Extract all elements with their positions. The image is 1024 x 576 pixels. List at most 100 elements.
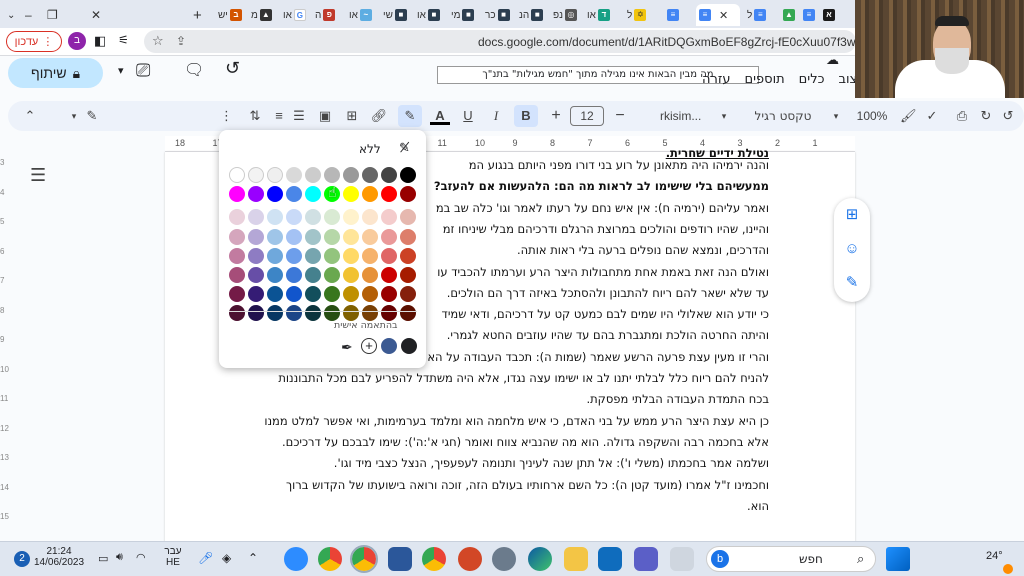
line-spacing-icon[interactable]: ⇅	[246, 107, 264, 125]
tab[interactable]: מ ▲	[248, 4, 275, 26]
tune-icon[interactable]: ⚟	[118, 33, 129, 47]
menu-item-help[interactable]: עזרה	[702, 72, 730, 87]
bold-button[interactable]: B	[514, 105, 538, 127]
color-swatch[interactable]	[286, 167, 302, 183]
tab[interactable]: שי ■	[380, 4, 410, 26]
start-button-icon[interactable]	[886, 547, 910, 571]
color-swatch[interactable]	[286, 186, 302, 203]
emoji-reaction-icon[interactable]: ☺	[841, 238, 863, 260]
color-swatch[interactable]	[267, 247, 283, 264]
color-swatch[interactable]	[362, 247, 378, 264]
color-swatch[interactable]	[305, 167, 321, 183]
color-swatch[interactable]	[381, 228, 397, 245]
color-swatch[interactable]	[248, 209, 264, 226]
color-swatch[interactable]	[305, 228, 321, 245]
share-page-icon[interactable]: ⇪	[176, 34, 186, 48]
italic-button[interactable]: I	[488, 107, 504, 125]
font-size-input[interactable]: 12	[570, 106, 604, 126]
insert-image-icon[interactable]: ▣	[316, 107, 334, 125]
color-swatch[interactable]	[400, 209, 416, 226]
color-swatch[interactable]	[400, 186, 416, 203]
tab[interactable]: או ■	[414, 4, 443, 26]
color-swatch[interactable]	[267, 209, 283, 226]
print-icon[interactable]: ⎙	[954, 107, 970, 125]
document-line[interactable]: להניח להם ריוח כלל לבלתי יתנו לב או ישימ…	[278, 371, 769, 385]
star-icon[interactable]: ☆	[152, 33, 164, 49]
word-app-icon[interactable]	[388, 547, 412, 571]
powerpoint-app-icon[interactable]	[458, 547, 482, 571]
color-swatch[interactable]	[229, 247, 245, 264]
mail-app-icon[interactable]	[598, 547, 622, 571]
document-line[interactable]: ושלמה אמר בחכמתו (משלי ו'): אל תתן שנה ל…	[334, 456, 769, 470]
underline-button[interactable]: U	[460, 107, 476, 125]
microphone-icon[interactable]: 🎤︎	[198, 551, 213, 565]
color-swatch[interactable]	[248, 167, 264, 183]
color-swatch[interactable]	[286, 209, 302, 226]
color-swatch[interactable]	[381, 167, 397, 183]
document-line[interactable]: כן היא עצת היצר הרע ממש על בני האדם, כי …	[264, 414, 769, 428]
custom-color-swatch[interactable]	[401, 338, 417, 354]
color-swatch[interactable]	[381, 247, 397, 264]
volume-icon[interactable]: 🔊︎	[116, 551, 123, 564]
edit-mode-icon[interactable]: ✎	[84, 107, 100, 125]
comment-icon[interactable]: 🗨︎	[184, 60, 204, 80]
color-swatch[interactable]	[286, 247, 302, 264]
color-swatch[interactable]	[324, 286, 340, 303]
notification-badge[interactable]: 2	[14, 551, 30, 567]
redo-icon[interactable]: ↻	[978, 107, 994, 125]
color-swatch[interactable]	[400, 305, 416, 322]
color-swatch[interactable]	[362, 286, 378, 303]
tab[interactable]: ל ✡	[624, 4, 649, 26]
document-line[interactable]: והדרכים, ונמצא שהם נופלים ברעה בלי ראות …	[517, 243, 769, 257]
decrease-font-size-button[interactable]: −	[612, 107, 628, 125]
color-swatch[interactable]	[362, 305, 378, 322]
color-swatch[interactable]	[248, 228, 264, 245]
meet-icon[interactable]: ⎚	[136, 60, 150, 81]
language-indicator[interactable]: עבר HE	[160, 546, 186, 568]
none-option[interactable]: ללא	[359, 142, 381, 156]
color-swatch[interactable]	[381, 267, 397, 283]
document-line[interactable]: עד שלא ישאר להם ריוח להתבונן ולהסתכל באי…	[447, 286, 769, 300]
color-swatch[interactable]	[400, 167, 416, 183]
tab[interactable]: כר ■	[482, 4, 513, 26]
teams-app-icon[interactable]	[634, 547, 658, 571]
chrome-app-icon-active[interactable]	[350, 545, 378, 573]
color-swatch[interactable]	[305, 286, 321, 303]
file-explorer-icon[interactable]	[564, 547, 588, 571]
task-view-icon[interactable]	[670, 547, 694, 571]
color-swatch[interactable]	[248, 286, 264, 303]
tab[interactable]: ≡	[800, 4, 818, 26]
color-swatch[interactable]	[381, 186, 397, 203]
sidebar-icon[interactable]: ◧	[94, 33, 106, 49]
color-swatch[interactable]	[267, 228, 283, 245]
tab[interactable]: הפ	[312, 4, 338, 26]
color-swatch[interactable]	[362, 267, 378, 283]
tab[interactable]: או ~	[346, 4, 375, 26]
color-swatch[interactable]	[362, 209, 378, 226]
window-menu-icon[interactable]: ⌄	[4, 4, 18, 26]
zoom-select[interactable]: 100%	[850, 107, 894, 125]
color-swatch[interactable]	[343, 209, 359, 226]
color-swatch[interactable]	[400, 286, 416, 303]
color-swatch[interactable]	[362, 186, 378, 203]
document-line[interactable]: ואמר עליהם (ירמיה ח): אין איש נחם על רעת…	[436, 201, 769, 215]
close-window-button[interactable]: ✕	[88, 4, 104, 26]
color-swatch[interactable]	[305, 209, 321, 226]
color-swatch[interactable]	[305, 267, 321, 283]
color-swatch[interactable]	[229, 167, 245, 183]
touch-icon[interactable]: ◈	[222, 551, 231, 565]
update-button[interactable]: עדכון ⋮	[6, 31, 62, 52]
color-swatch[interactable]	[248, 267, 264, 283]
color-swatch[interactable]	[400, 247, 416, 264]
font-family-select[interactable]: rkisim...	[636, 107, 716, 125]
chevron-down-icon[interactable]: ▾	[118, 64, 124, 77]
omnibox[interactable]: ☆ ⇪ docs.google.com/document/d/1ARitDQGx…	[144, 30, 884, 53]
tab[interactable]: או G	[280, 4, 309, 26]
color-swatch[interactable]	[362, 228, 378, 245]
color-swatch[interactable]	[229, 228, 245, 245]
color-swatch[interactable]	[229, 186, 245, 203]
color-swatch[interactable]	[362, 167, 378, 183]
chrome-app-icon[interactable]	[422, 547, 446, 571]
color-swatch[interactable]	[229, 209, 245, 226]
color-swatch[interactable]	[400, 228, 416, 245]
